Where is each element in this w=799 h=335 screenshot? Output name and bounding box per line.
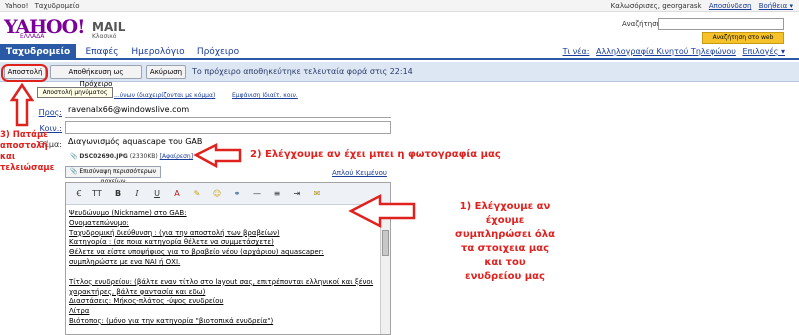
message-editor[interactable]: Ꞓ TT B I U A ✎ ☺ ⚭ — ≡ ⇥ ✉ Ψευδώνυμο (Ni… <box>65 182 391 335</box>
tab-mail[interactable]: Ταχυδρομείο <box>0 44 76 60</box>
annotation-step3-line: 3) Πατάμε <box>0 130 48 140</box>
hr-icon[interactable]: — <box>250 187 264 201</box>
utility-links: Yahoo! Ταχυδρομείο <box>5 2 84 10</box>
underline-icon[interactable]: U <box>150 187 164 201</box>
body-line: Θέλετε να είστε υποψήφιος για το βραβείο… <box>69 248 324 257</box>
body-line: χαρακτήρες, βάλτε φαντασία και εδω) <box>69 287 206 296</box>
body-line: Διαστάσεις: Μήκος-πλάτος -ύψος ενυδρείου <box>69 297 224 306</box>
paperclip-icon: 📎 <box>69 168 78 175</box>
paperclip-icon: 📎 <box>70 153 78 160</box>
draft-saved-status: Το πρόχειρο αποθηκεύτηκε τελευταία φορά … <box>192 67 413 76</box>
italic-icon[interactable]: I <box>130 187 144 201</box>
annotation-step3: 3) Πατάμε αποστολή και τελειώσαμε <box>0 130 64 174</box>
scrollbar-thumb[interactable] <box>382 230 389 256</box>
remove-attachment-link[interactable]: [Αφαίρεση] <box>160 153 193 160</box>
logout-link[interactable]: Αποσύνδεση <box>709 2 752 10</box>
stationery-icon[interactable]: ✉ <box>310 187 324 201</box>
logo-region: ΕΛΛΑΔΑ <box>20 33 45 40</box>
mail-home-link[interactable]: Ταχυδρομείο <box>35 2 80 10</box>
font-icon[interactable]: Ꞓ <box>72 187 86 201</box>
body-line: Τίτλος ενυδρείου: (βάλτε εναν τίτλο στο … <box>69 277 374 286</box>
list-icon[interactable]: ≡ <box>270 187 284 201</box>
editor-body[interactable]: Ψευδώνυμο (Nickname) στο GAB: Ονοματεπών… <box>66 206 380 334</box>
body-line: Κατηγορία : (σε ποια κατηγορία θέλετε να… <box>69 238 274 247</box>
bold-icon[interactable]: B <box>111 187 125 201</box>
annotation-step3-line: αποστολή και <box>0 141 48 162</box>
yahoo-home-link[interactable]: Yahoo! <box>5 2 28 10</box>
body-line: Ψευδώνυμο (Nickname) στο GAB: <box>69 209 187 217</box>
main-nav: Ταχυδρομείο Επαφές Ημερολόγιο Πρόχειρο Τ… <box>0 44 799 60</box>
mail-version: Κλασικό <box>92 33 117 40</box>
user-menu: Καλωσόρισες, georgarask Αποσύνδεση Βοήθε… <box>606 2 793 10</box>
annotation-step1-line: ενυδρείου μας <box>465 271 545 282</box>
to-field[interactable]: ravenalx66@windowslive.com <box>65 104 391 117</box>
utility-bar: Yahoo! Ταχυδρομείο Καλωσόρισες, georgara… <box>0 0 799 12</box>
search-input[interactable] <box>658 18 784 30</box>
annotation-step1-line: έχουμε <box>485 215 525 226</box>
send-tooltip: Αποστολή μηνύματος <box>37 87 113 98</box>
font-size-icon[interactable]: TT <box>90 187 104 201</box>
annotation-step1: 1) Ελέγχουμε αν έχουμε συμπληρώσει όλα τ… <box>440 200 570 284</box>
attach-files-button[interactable]: 📎 Επισύναψη περισσότερων αρχείων <box>65 166 161 185</box>
send-highlight-circle <box>1 64 48 82</box>
tab-contacts[interactable]: Επαφές <box>80 44 124 60</box>
highlight-icon[interactable]: ✎ <box>190 187 204 201</box>
nav-right-links: Τι νέα: Αλληλογραφία Κινητού Τηλεφώνου Ε… <box>559 47 785 56</box>
to-label[interactable]: Προς: <box>32 108 62 117</box>
annotation-step1-line: 1) Ελέγχουμε αν <box>459 201 551 212</box>
subject-field[interactable]: Διαγωνισμός aquascape του GAB <box>65 136 391 149</box>
attachment-size: (2330KB) <box>129 153 158 160</box>
emoticon-icon[interactable]: ☺ <box>210 187 224 201</box>
body-line: συμπληρώστε με ενα ΝΑΙ ή ΟΧΙ. <box>69 257 181 266</box>
body-line: Βιότοπος: (μόνο για την κατηγορία "βιοτο… <box>69 316 274 325</box>
arrow-up-to-send <box>9 82 35 127</box>
tab-calendar[interactable]: Ημερολόγιο <box>128 44 188 60</box>
mobile-mail-link[interactable]: Αλληλογραφία Κινητού Τηλεφώνου <box>596 47 736 56</box>
attachment-filename: DSC02690.JPG <box>79 153 128 160</box>
text-color-icon[interactable]: A <box>170 187 184 201</box>
cancel-button[interactable]: Ακύρωση <box>146 65 186 79</box>
plain-text-link[interactable]: Απλού Κειμένου <box>332 169 387 177</box>
annotation-step3-line: τελειώσαμε <box>0 163 55 173</box>
body-line: Λίτρα <box>69 307 90 316</box>
indent-icon[interactable]: ⇥ <box>290 187 304 201</box>
body-line <box>69 268 377 278</box>
save-draft-button[interactable]: Αποθήκευση ως Πρόχειρο <box>50 65 142 88</box>
annotation-step1-line: και του <box>484 257 526 268</box>
body-line: Ονοματεπώνυμο: <box>69 218 129 227</box>
editor-scrollbar[interactable] <box>380 206 390 334</box>
cc-field[interactable] <box>65 121 391 134</box>
attachment-item: 📎 DSC02690.JPG (2330KB) [Αφαίρεση] <box>70 153 193 160</box>
annotation-step2: 2) Ελέγχουμε αν έχει μπει η φωτογραφία μ… <box>250 149 501 160</box>
web-search-button[interactable]: Αναζήτηση στο web <box>702 32 784 44</box>
help-menu[interactable]: Βοήθεια ▾ <box>759 2 793 10</box>
formatting-toolbar: Ꞓ TT B I U A ✎ ☺ ⚭ — ≡ ⇥ ✉ <box>66 183 390 205</box>
link-icon[interactable]: ⚭ <box>230 187 244 201</box>
options-menu[interactable]: Επιλογές ▾ <box>742 47 785 56</box>
whats-new-link[interactable]: Τι νέα: <box>563 47 590 56</box>
show-bcc-link[interactable]: Εμφάνιση Ιδιαίτ. κοιν. <box>232 92 298 99</box>
greeting: Καλωσόρισες, georgarask <box>610 2 702 10</box>
mail-title: MAIL <box>92 20 126 34</box>
tab-notepad[interactable]: Πρόχειρο <box>192 44 244 60</box>
to-field-divider <box>65 117 391 118</box>
body-line: Ταχυδρομική διεύθυνση : (για την αποστολ… <box>69 228 280 237</box>
annotation-step1-line: συμπληρώσει όλα <box>455 229 555 240</box>
annotation-step1-line: τα στοιχεια μας <box>460 243 550 254</box>
compose-toolbar: Αποστολή Αποθήκευση ως Πρόχειρο Ακύρωση … <box>0 62 799 88</box>
contacts-link[interactable]: ...ύνων (διαχειρίζονται με κόμμα) <box>114 92 215 99</box>
